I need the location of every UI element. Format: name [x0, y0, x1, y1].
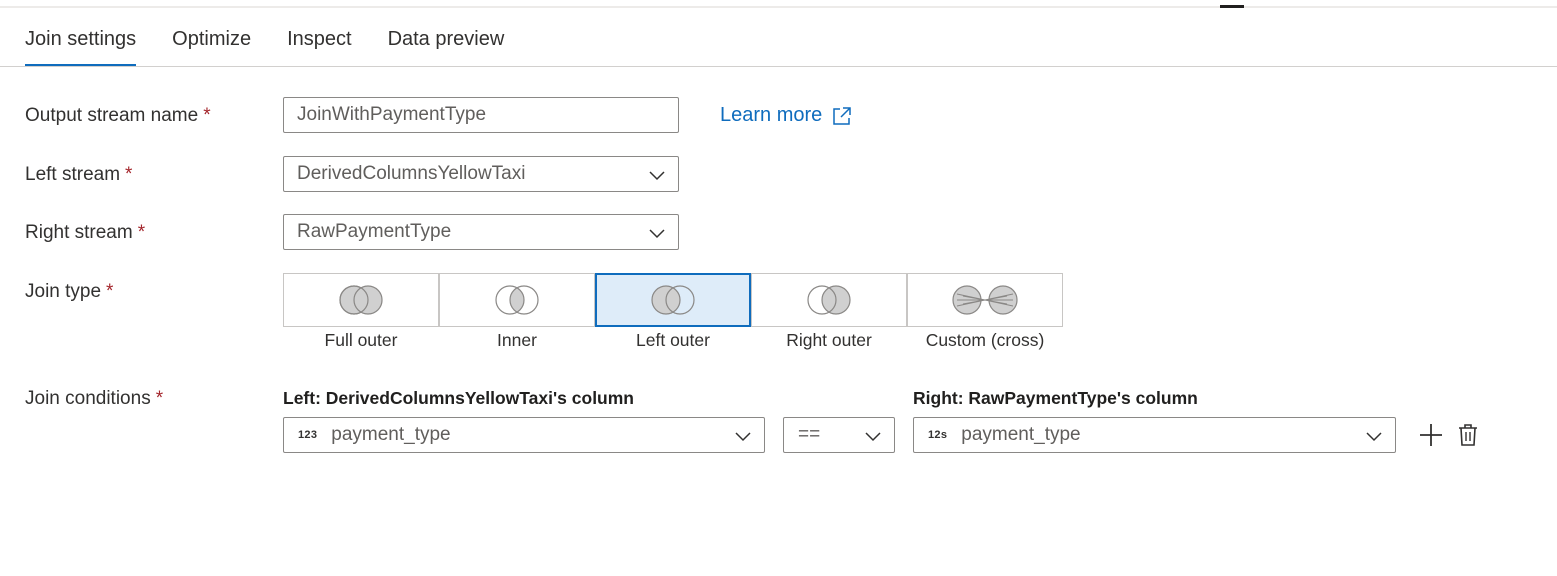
left-stream-label: Left stream *: [25, 164, 133, 185]
tab-bar: Join settings Optimize Inspect Data prev…: [25, 28, 504, 67]
join-type-label: Join type *: [25, 281, 114, 302]
join-type-right-outer-box[interactable]: [750, 273, 907, 327]
right-stream-value: RawPaymentType: [297, 221, 452, 242]
output-stream-label: Output stream name *: [25, 105, 211, 126]
plus-icon: [1420, 424, 1442, 446]
join-type-custom-cross[interactable]: Custom (cross): [906, 273, 1063, 351]
right-stream-dropdown[interactable]: RawPaymentType: [283, 214, 679, 250]
join-type-custom-cross-label: Custom (cross): [925, 330, 1045, 350]
venn-full-outer-icon: [339, 285, 383, 315]
join-type-right-outer-label: Right outer: [786, 330, 872, 350]
top-border: [0, 6, 1557, 8]
tab-join-settings[interactable]: Join settings: [25, 28, 137, 67]
join-type-full-outer[interactable]: Full outer: [283, 273, 439, 351]
left-stream-value: DerivedColumnsYellowTaxi: [297, 163, 526, 184]
right-column-dropdown[interactable]: 12s payment_type: [913, 417, 1396, 453]
operator-value: ==: [798, 424, 821, 445]
join-type-inner-box[interactable]: [438, 273, 595, 327]
required-mark: *: [203, 105, 211, 126]
output-stream-value: JoinWithPaymentType: [297, 104, 487, 125]
required-mark: *: [106, 281, 114, 302]
venn-right-outer-icon: [806, 285, 851, 315]
chevron-down-icon: [649, 229, 665, 239]
join-type-inner[interactable]: Inner: [438, 273, 595, 351]
chevron-down-icon: [865, 432, 881, 442]
learn-more-label: Learn more: [720, 104, 823, 126]
join-type-custom-cross-box[interactable]: [906, 273, 1063, 327]
right-stream-label: Right stream *: [25, 222, 146, 243]
external-link-icon: [833, 106, 852, 125]
chevron-down-icon: [1366, 432, 1382, 442]
learn-more-link[interactable]: Learn more: [720, 104, 852, 127]
join-type-inner-label: Inner: [497, 330, 537, 350]
join-type-selector: Full outer Inner Left outer Right outer …: [283, 273, 1063, 351]
left-column-value: payment_type: [331, 424, 451, 445]
join-type-full-outer-label: Full outer: [324, 330, 398, 350]
required-mark: *: [155, 388, 164, 409]
join-type-full-outer-box[interactable]: [283, 273, 439, 327]
venn-left-outer-icon: [650, 285, 695, 315]
string-type-icon: 12s: [928, 429, 948, 441]
join-type-left-outer-label: Left outer: [636, 330, 710, 350]
required-mark: *: [137, 222, 146, 243]
operator-dropdown[interactable]: ==: [783, 417, 895, 453]
left-stream-dropdown[interactable]: DerivedColumnsYellowTaxi: [283, 156, 679, 192]
tab-data-preview[interactable]: Data preview: [388, 28, 505, 67]
left-column-header: Left: DerivedColumnsYellowTaxi's column: [283, 388, 634, 408]
required-mark: *: [125, 164, 133, 185]
trash-icon: [1459, 424, 1477, 446]
tab-divider: [0, 66, 1557, 67]
join-conditions-label: Join conditions *: [25, 388, 164, 409]
chevron-down-icon: [735, 432, 751, 442]
chevron-down-icon: [649, 171, 665, 181]
delete-condition-button[interactable]: [1455, 422, 1481, 448]
join-type-left-outer-box[interactable]: [594, 273, 751, 327]
join-type-right-outer[interactable]: Right outer: [750, 273, 907, 351]
join-type-left-outer[interactable]: Left outer: [594, 273, 751, 351]
output-stream-input[interactable]: JoinWithPaymentType: [283, 97, 679, 133]
numeric-type-icon: 123: [298, 429, 318, 441]
right-column-header: Right: RawPaymentType's column: [913, 388, 1198, 408]
right-column-value: payment_type: [961, 424, 1081, 445]
top-handle[interactable]: [1220, 5, 1244, 8]
venn-cross-icon: [951, 285, 1018, 315]
tab-inspect[interactable]: Inspect: [287, 28, 351, 67]
tab-optimize[interactable]: Optimize: [172, 28, 251, 67]
venn-inner-icon: [494, 285, 539, 315]
left-column-dropdown[interactable]: 123 payment_type: [283, 417, 765, 453]
add-condition-button[interactable]: [1418, 422, 1444, 448]
